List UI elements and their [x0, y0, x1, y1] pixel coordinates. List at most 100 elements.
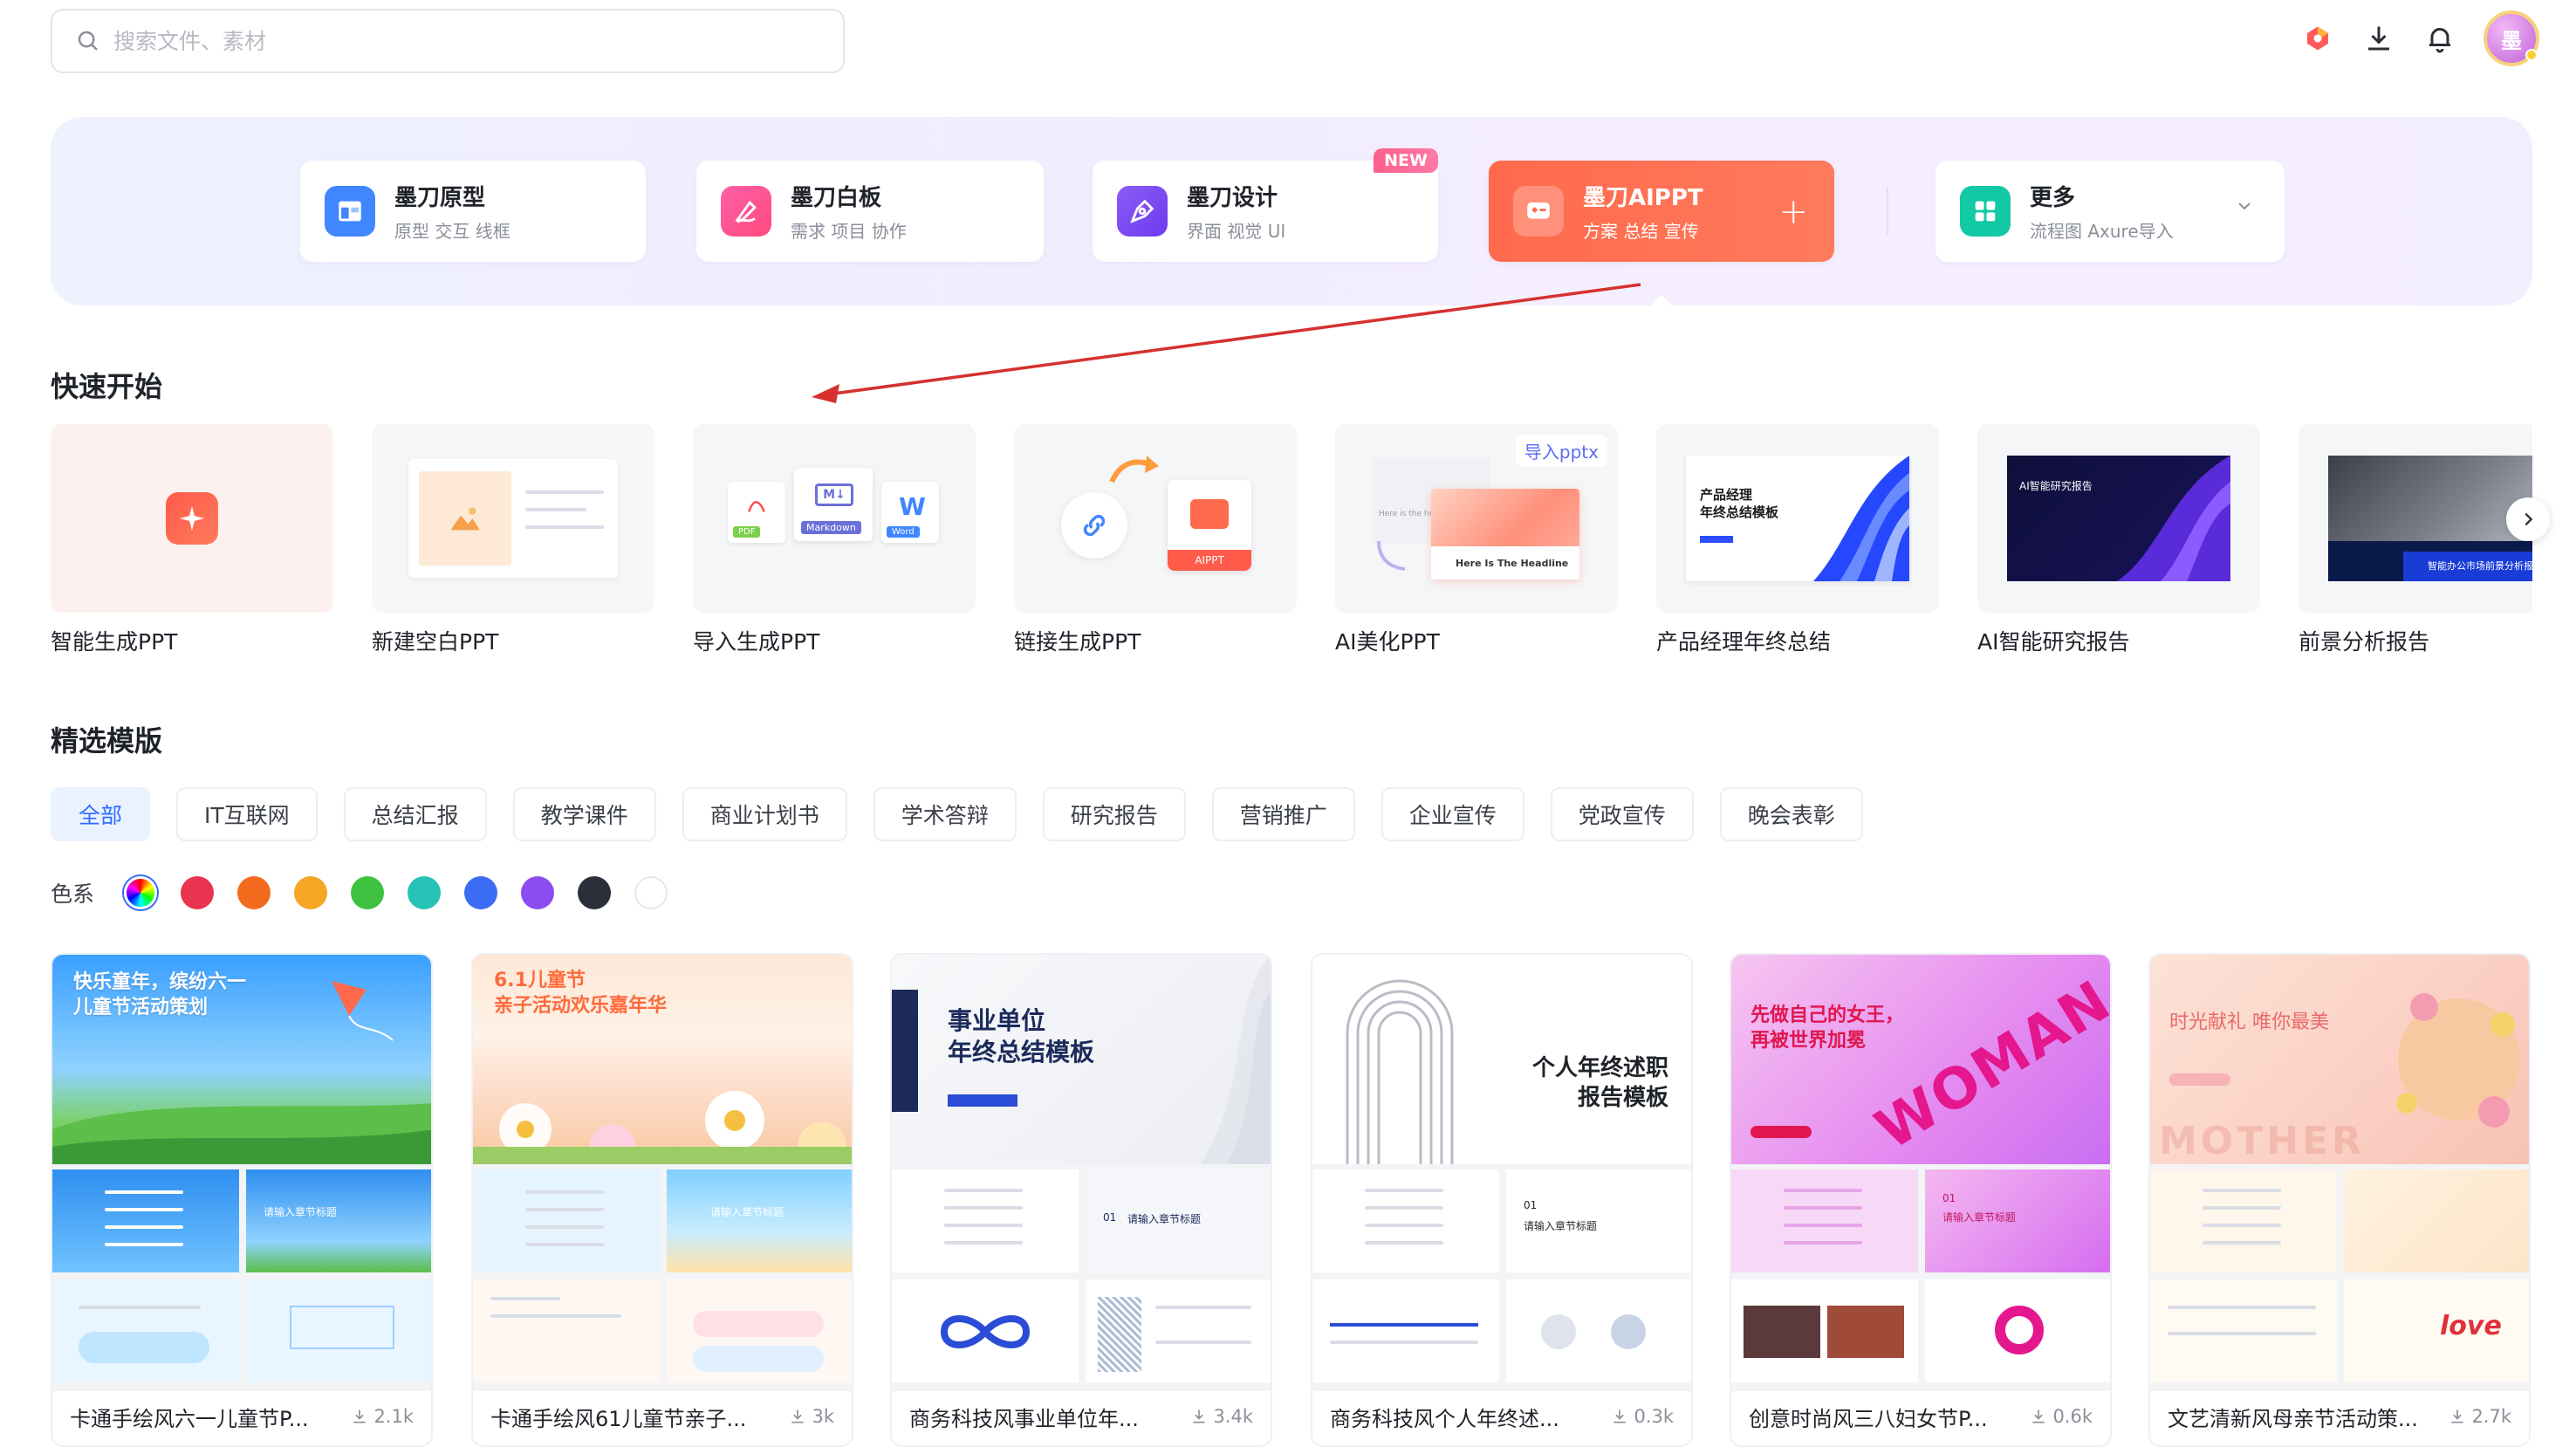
thumb-title: 智能办公市场前景分析报告	[2428, 560, 2532, 572]
product-card-aippt[interactable]: 墨刀AIPPT 方案 总结 宣传 +	[1489, 161, 1834, 262]
product-card-more[interactable]: 更多 流程图 Axure导入	[1935, 161, 2285, 262]
pdf-icon	[748, 501, 765, 512]
quick-thumb: AI智能研究报告	[1977, 424, 2260, 613]
template-card[interactable]: 时光献礼 唯你最美 MOTHER love 文艺清新风母亲节活动策... 2.7…	[2148, 953, 2531, 1447]
quick-item-ai-report[interactable]: AI智能研究报告 AI智能研究报告	[1977, 424, 2260, 656]
color-swatch-green[interactable]	[351, 876, 385, 909]
color-swatch-orange[interactable]	[237, 876, 271, 909]
color-swatch-purple[interactable]	[521, 876, 555, 909]
download-count: 0.6k	[2030, 1406, 2093, 1427]
download-icon	[1613, 1409, 1627, 1423]
download-count: 2.1k	[351, 1406, 414, 1427]
download-icon[interactable]	[2361, 21, 2396, 56]
tab-corporate[interactable]: 企业宣传	[1380, 787, 1524, 841]
template-card[interactable]: 个人年终述职 报告模板 01 请输入章节标题 商务科技风个人年终述... 0.3…	[1311, 953, 1693, 1447]
product-card-whiteboard[interactable]: 墨刀白板 需求 项目 协作	[696, 161, 1044, 262]
download-icon	[353, 1409, 367, 1423]
markdown-icon: M↓	[815, 483, 853, 506]
quick-label: 新建空白PPT	[372, 629, 499, 655]
color-swatch-teal[interactable]	[408, 876, 442, 909]
template-preview: 事业单位 年终总结模板 01 请输入章节标题	[892, 955, 1271, 1391]
tab-party[interactable]: 党政宣传	[1550, 787, 1694, 841]
quick-item-outlook-report[interactable]: 智能办公市场前景分析报告 前景分析报告	[2299, 424, 2532, 656]
aippt-tag: AIPPT	[1168, 550, 1251, 571]
color-swatch-all[interactable]	[124, 876, 158, 909]
template-card[interactable]: 事业单位 年终总结模板 01 请输入章节标题 商务科技风事业单位年... 3.4…	[890, 953, 1272, 1447]
quick-label: AI智能研究报告	[1977, 629, 2130, 655]
search-icon	[78, 31, 98, 51]
quick-item-pm-summary[interactable]: 产品经理 年终总结模板 产品经理年终总结	[1656, 424, 1939, 656]
hint-text: Here is the he	[1379, 510, 1435, 518]
tab-marketing[interactable]: 营销推广	[1211, 787, 1355, 841]
color-swatch-white[interactable]	[634, 876, 668, 909]
product-title: 墨刀AIPPT	[1583, 185, 1703, 211]
chevron-down-icon[interactable]	[2234, 195, 2255, 216]
aippt-doc-icon: AIPPT	[1168, 480, 1251, 571]
product-card-design[interactable]: 墨刀设计 界面 视觉 UI NEW	[1093, 148, 1438, 262]
quick-label: 前景分析报告	[2299, 629, 2430, 655]
cover-title: 6.1儿童节 亲子活动欢乐嘉年华	[494, 970, 668, 1017]
template-name: 商务科技风事业单位年...	[909, 1406, 1139, 1431]
download-value: 2.1k	[373, 1406, 414, 1427]
quick-start-list: 智能生成PPT 新建空白PPT PDF M↓ Markdown W Word 导…	[51, 424, 2532, 669]
color-swatch-yellow[interactable]	[294, 876, 328, 909]
import-pptx-tag: 导入pptx	[1515, 435, 1607, 467]
markdown-tag: Markdown	[801, 521, 861, 534]
product-title: 墨刀设计	[1187, 185, 1278, 211]
color-filter-label: 色系	[51, 881, 95, 907]
tab-research[interactable]: 研究报告	[1042, 787, 1186, 841]
tab-it[interactable]: IT互联网	[176, 787, 318, 841]
download-count: 3k	[789, 1406, 834, 1427]
download-count: 0.3k	[1611, 1406, 1674, 1427]
tab-academic[interactable]: 学术答辩	[873, 787, 1017, 841]
color-swatch-black[interactable]	[578, 876, 612, 909]
template-card[interactable]: 快乐童年，缤纷六一 儿童节活动策划 请输入章节标题 卡通手绘风六一儿童节P...…	[51, 953, 433, 1447]
arrow-icon	[1109, 456, 1159, 483]
template-name: 卡通手绘风六一儿童节P...	[70, 1406, 309, 1431]
tab-summary[interactable]: 总结汇报	[343, 787, 487, 841]
chevron-right-icon	[2525, 512, 2533, 526]
slide-label: 请输入章节标题	[1942, 1211, 2017, 1224]
template-name: 文艺清新风母亲节活动策...	[2168, 1406, 2418, 1431]
scroll-right-button[interactable]	[2506, 497, 2550, 541]
product-subtitle: 方案 总结 宣传	[1583, 221, 1699, 242]
tab-gala[interactable]: 晚会表彰	[1719, 787, 1863, 841]
product-card-prototype[interactable]: 墨刀原型 原型 交互 线框	[300, 161, 646, 262]
thumb-title: AI智能研究报告	[2019, 480, 2093, 492]
quick-item-ai-generate[interactable]: 智能生成PPT	[51, 424, 333, 656]
quick-item-beautify[interactable]: 导入pptx Here is the he Here Is The Headli…	[1335, 424, 1618, 656]
tab-business-plan[interactable]: 商业计划书	[682, 787, 847, 841]
quick-item-link[interactable]: AIPPT 链接生成PPT	[1014, 424, 1297, 656]
cover-title: 快乐童年，缤纷六一 儿童节活动策划	[73, 971, 247, 1018]
search-box[interactable]	[51, 9, 845, 73]
template-card[interactable]: 6.1儿童节 亲子活动欢乐嘉年华 请输入章节标题 卡通手绘风61儿童节亲子...…	[471, 953, 853, 1447]
headline-text: Here Is The Headline	[1456, 558, 1569, 569]
download-value: 0.6k	[2052, 1406, 2093, 1427]
gift-icon[interactable]	[2300, 21, 2335, 56]
cover-art: WOMAN	[1865, 968, 2112, 1163]
avatar[interactable]: 墨	[2484, 10, 2539, 66]
grid-icon	[1960, 186, 2011, 237]
bell-icon[interactable]	[2422, 21, 2457, 56]
product-banner: 墨刀原型 原型 交互 线框 墨刀白板 需求 项目 协作 墨刀设计 界面 视觉 UI N…	[51, 117, 2532, 307]
template-preview: 时光献礼 唯你最美 MOTHER love	[2150, 955, 2529, 1391]
quick-item-import[interactable]: PDF M↓ Markdown W Word 导入生成PPT	[693, 424, 976, 656]
download-count: 2.7k	[2449, 1406, 2511, 1427]
templates-title: 精选模版	[51, 724, 163, 758]
new-badge: NEW	[1374, 148, 1438, 173]
link-icon	[1061, 492, 1127, 559]
tab-courseware[interactable]: 教学课件	[512, 787, 656, 841]
quick-item-blank[interactable]: 新建空白PPT	[372, 424, 654, 656]
search-input[interactable]	[113, 28, 794, 54]
status-dot	[2525, 49, 2538, 61]
template-name: 商务科技风个人年终述...	[1330, 1406, 1559, 1431]
color-swatch-red[interactable]	[181, 876, 215, 909]
add-icon[interactable]: +	[1778, 192, 1808, 232]
product-subtitle: 需求 项目 协作	[791, 221, 907, 242]
product-title: 墨刀原型	[394, 185, 486, 211]
tab-all[interactable]: 全部	[51, 787, 151, 841]
color-swatch-blue[interactable]	[464, 876, 498, 909]
template-card[interactable]: 先做自己的女王， 再被世界加冕 WOMAN 01 请输入章节标题 创意时尚风三八…	[1730, 953, 2112, 1447]
cover-title: 个人年终述职 报告模板	[1531, 1055, 1668, 1111]
image-icon	[419, 471, 511, 566]
